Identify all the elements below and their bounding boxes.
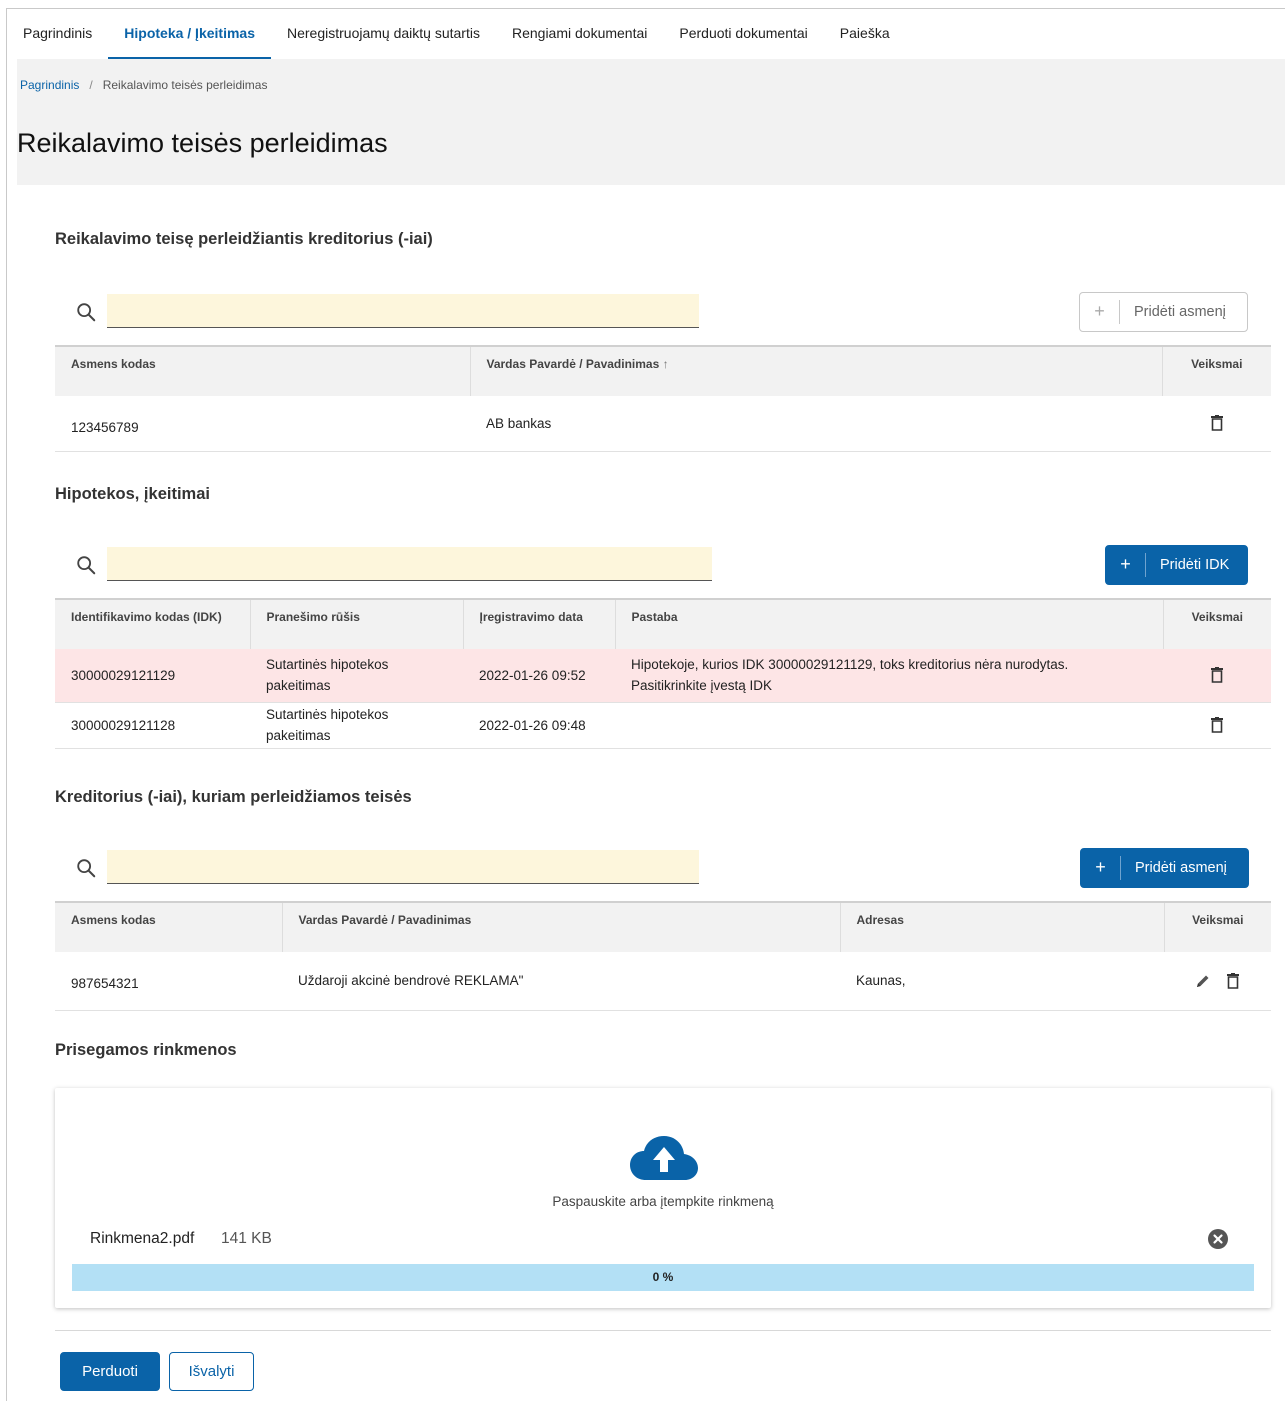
- sort-ascending-icon: ↑: [662, 357, 669, 371]
- cell-note: [615, 702, 1163, 749]
- tab-neregistruojamu-daiktu-sutartis[interactable]: Neregistruojamų daiktų sutartis: [271, 9, 496, 59]
- assigning-creditors-table: Asmens kodas Vardas Pavardė / Pavadinima…: [55, 345, 1271, 452]
- divider: [55, 1330, 1271, 1331]
- search-input-receiving-creditors[interactable]: [107, 850, 699, 884]
- column-header-code: Asmens kodas: [55, 901, 282, 952]
- add-person-label: Pridėti asmenį: [1135, 860, 1227, 876]
- column-header-idk: Identifikavimo kodas (IDK): [55, 598, 250, 649]
- search-input-mortgages[interactable]: [107, 547, 712, 581]
- plus-icon: +: [1106, 553, 1146, 577]
- column-header-actions: Veiksmai: [1162, 598, 1271, 649]
- add-person-button-disabled[interactable]: + Pridėti asmenį: [1079, 292, 1248, 332]
- add-idk-label: Pridėti IDK: [1160, 557, 1230, 573]
- column-header-note: Pastaba: [614, 598, 1163, 649]
- cell-actions: [1163, 649, 1271, 703]
- tab-perduoti-dokumentai[interactable]: Perduoti dokumentai: [663, 9, 823, 59]
- breadcrumb-separator: /: [89, 78, 93, 92]
- cell-actions: [1163, 702, 1271, 749]
- cell-actions: [1162, 396, 1271, 452]
- section-title-attachments: Prisegamos rinkmenos: [55, 1041, 237, 1059]
- upload-hint: Paspauskite arba įtempkite rinkmeną: [552, 1194, 774, 1209]
- file-name: Rinkmena2.pdf: [90, 1230, 195, 1247]
- remove-file-icon[interactable]: [1208, 1229, 1228, 1249]
- mortgages-table: Identifikavimo kodas (IDK) Pranešimo rūš…: [55, 598, 1271, 749]
- table-row-error: 30000029121129 Sutartinės hipotekos pake…: [55, 649, 1271, 703]
- column-header-name-label: Vardas Pavardė / Pavadinimas: [486, 357, 660, 371]
- plus-icon: +: [1080, 300, 1120, 324]
- clear-button[interactable]: Išvalyti: [169, 1352, 254, 1391]
- cell-note-error: Hipotekoje, kurios IDK 30000029121129, t…: [615, 649, 1163, 703]
- table-row: 30000029121128 Sutartinės hipotekos pake…: [55, 702, 1271, 749]
- column-header-notice-type: Pranešimo rūšis: [249, 598, 463, 649]
- receiving-creditors-table: Asmens kodas Vardas Pavardė / Pavadinima…: [55, 901, 1271, 1011]
- file-size: 141 KB: [221, 1230, 272, 1247]
- section-title-receiving-creditors: Kreditorius (-iai), kuriam perleidžiamos…: [55, 788, 412, 806]
- cell-code: 123456789: [55, 396, 470, 452]
- table-row: 987654321 Uždaroji akcinė bendrovė REKLA…: [55, 952, 1271, 1011]
- file-dropzone[interactable]: Paspauskite arba įtempkite rinkmeną Rink…: [55, 1088, 1271, 1308]
- search-icon: [77, 303, 96, 322]
- trash-icon[interactable]: [1210, 415, 1224, 432]
- main-nav: Pagrindinis Hipoteka / Įkeitimas Neregis…: [7, 9, 1285, 59]
- breadcrumb-current: Reikalavimo teisės perleidimas: [102, 78, 268, 92]
- column-header-registration-date: Įregistravimo data: [462, 598, 615, 649]
- add-idk-button[interactable]: + Pridėti IDK: [1105, 545, 1248, 585]
- tab-hipoteka[interactable]: Hipoteka / Įkeitimas: [108, 9, 271, 59]
- submit-button[interactable]: Perduoti: [60, 1352, 160, 1391]
- column-header-name[interactable]: Vardas Pavardė / Pavadinimas ↑: [469, 345, 1162, 396]
- column-header-actions: Veiksmai: [1161, 345, 1271, 396]
- table-header-row: Asmens kodas Vardas Pavardė / Pavadinima…: [55, 345, 1271, 396]
- table-row: 123456789 AB bankas: [55, 396, 1271, 452]
- cell-notice-type: Sutartinės hipotekos pakeitimas: [250, 649, 463, 703]
- tab-paieska[interactable]: Paieška: [824, 9, 906, 59]
- search-icon: [77, 556, 96, 575]
- cloud-upload-icon: [630, 1136, 698, 1180]
- trash-icon[interactable]: [1210, 667, 1224, 684]
- cell-address: Kaunas,: [840, 952, 1164, 1011]
- search-row-mortgages: [55, 545, 1271, 585]
- trash-icon[interactable]: [1226, 972, 1240, 989]
- cell-code: 987654321: [55, 952, 282, 1011]
- add-person-label: Pridėti asmenį: [1134, 304, 1226, 320]
- page-title: Reikalavimo teisės perleidimas: [17, 128, 388, 158]
- cell-notice-type: Sutartinės hipotekos pakeitimas: [250, 702, 463, 749]
- tab-pagrindinis[interactable]: Pagrindinis: [7, 9, 108, 59]
- cell-registration-date: 2022-01-26 09:48: [463, 702, 615, 749]
- section-title-mortgages: Hipotekos, įkeitimai: [55, 485, 210, 503]
- table-header-row: Asmens kodas Vardas Pavardė / Pavadinima…: [55, 901, 1271, 952]
- upload-progress-bar: 0 %: [72, 1264, 1254, 1291]
- cell-idk: 30000029121128: [55, 702, 250, 749]
- breadcrumb: Pagrindinis / Reikalavimo teisės perleidim…: [20, 78, 267, 92]
- column-header-address: Adresas: [839, 901, 1164, 952]
- cell-actions: [1164, 952, 1271, 1011]
- table-header-row: Identifikavimo kodas (IDK) Pranešimo rūš…: [55, 598, 1271, 649]
- add-person-button[interactable]: + Pridėti asmenį: [1080, 848, 1249, 888]
- search-icon: [77, 859, 96, 878]
- cell-name: Uždaroji akcinė bendrovė REKLAMA": [282, 952, 840, 1011]
- section-title-assigning-creditors: Reikalavimo teisę perleidžiantis kredito…: [55, 230, 433, 248]
- trash-icon[interactable]: [1210, 717, 1224, 734]
- column-header-code[interactable]: Asmens kodas: [55, 345, 470, 396]
- breadcrumb-home-link[interactable]: Pagrindinis: [20, 78, 79, 92]
- column-header-actions: Veiksmai: [1163, 901, 1271, 952]
- cell-name: AB bankas: [470, 396, 1162, 452]
- cell-idk: 30000029121129: [55, 649, 250, 703]
- column-header-name: Vardas Pavardė / Pavadinimas: [281, 901, 840, 952]
- search-input-assigning-creditors[interactable]: [107, 294, 699, 328]
- pencil-icon[interactable]: [1195, 973, 1211, 989]
- plus-icon: +: [1081, 856, 1121, 880]
- cell-registration-date: 2022-01-26 09:52: [463, 649, 615, 703]
- tab-rengiami-dokumentai[interactable]: Rengiami dokumentai: [496, 9, 663, 59]
